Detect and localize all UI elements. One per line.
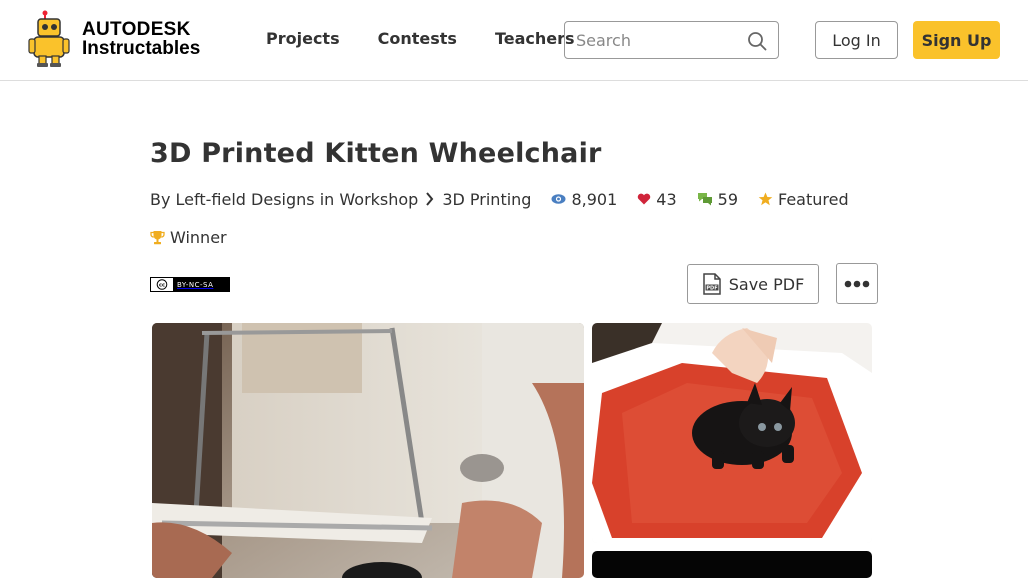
kitten-on-rug-image (592, 323, 872, 543)
site-header: AUTODESK Instructables Projects Contests… (0, 0, 1028, 81)
main-nav: Projects Contests Teachers (266, 29, 613, 48)
winner-label: Winner (170, 228, 227, 247)
chevron-right-icon (426, 192, 434, 206)
heart-icon (638, 193, 651, 205)
eye-icon (551, 194, 566, 204)
nav-contests[interactable]: Contests (378, 29, 457, 48)
kitten-on-red-rug-photo[interactable] (592, 323, 872, 543)
search-input[interactable] (565, 30, 740, 50)
featured-label: Featured (778, 189, 849, 209)
more-options-icon (844, 280, 870, 287)
nav-projects[interactable]: Projects (266, 29, 340, 48)
creative-commons-icon: cc (151, 278, 173, 291)
author-prefix: By (150, 189, 171, 209)
article-title: 3D Printed Kitten Wheelchair (150, 138, 602, 169)
robot-logo-icon (28, 10, 70, 67)
views-stat: 8,901 (551, 190, 617, 209)
views-count: 8,901 (571, 189, 618, 209)
save-pdf-button[interactable]: PDF Save PDF (687, 264, 819, 304)
comments-count: 59 (717, 189, 738, 209)
category-link[interactable]: Workshop (339, 190, 418, 209)
comments-stat: 59 (697, 190, 738, 209)
star-icon (758, 192, 773, 206)
license-badge[interactable]: cc BY-NC-SA (150, 277, 230, 292)
login-button[interactable]: Log In (815, 21, 898, 59)
pdf-file-icon: PDF (702, 273, 721, 295)
in-text: in (319, 189, 335, 209)
logo-text: AUTODESK Instructables (82, 20, 200, 58)
featured-badge: Featured (758, 190, 849, 209)
favorites-count: 43 (656, 189, 677, 209)
signup-button[interactable]: Sign Up (913, 21, 1000, 59)
comments-icon (697, 193, 712, 206)
search-box (564, 21, 779, 59)
article-meta: By Left-field Designs in Workshop 3D Pri… (150, 188, 849, 210)
winner-badge: Winner (150, 228, 227, 247)
kitten-wheelchair-image (152, 323, 584, 578)
kitten-wheelchair-photo[interactable] (152, 323, 584, 578)
svg-text:PDF: PDF (706, 285, 717, 291)
trophy-icon (150, 231, 165, 245)
search-icon[interactable] (747, 31, 767, 51)
logo-line1: AUTODESK (82, 19, 191, 40)
more-options-button[interactable] (836, 263, 878, 304)
license-label: BY-NC-SA (177, 280, 214, 289)
nav-teachers[interactable]: Teachers (495, 29, 575, 48)
author-link[interactable]: Left-field Designs (176, 190, 315, 209)
favorites-stat: 43 (637, 189, 677, 209)
save-pdf-label: Save PDF (728, 274, 805, 294)
dark-photo[interactable] (592, 551, 872, 578)
subcategory-link[interactable]: 3D Printing (442, 190, 531, 209)
logo-line2: Instructables (82, 38, 201, 59)
svg-text:cc: cc (159, 283, 165, 289)
site-logo[interactable]: AUTODESK Instructables (28, 10, 200, 68)
